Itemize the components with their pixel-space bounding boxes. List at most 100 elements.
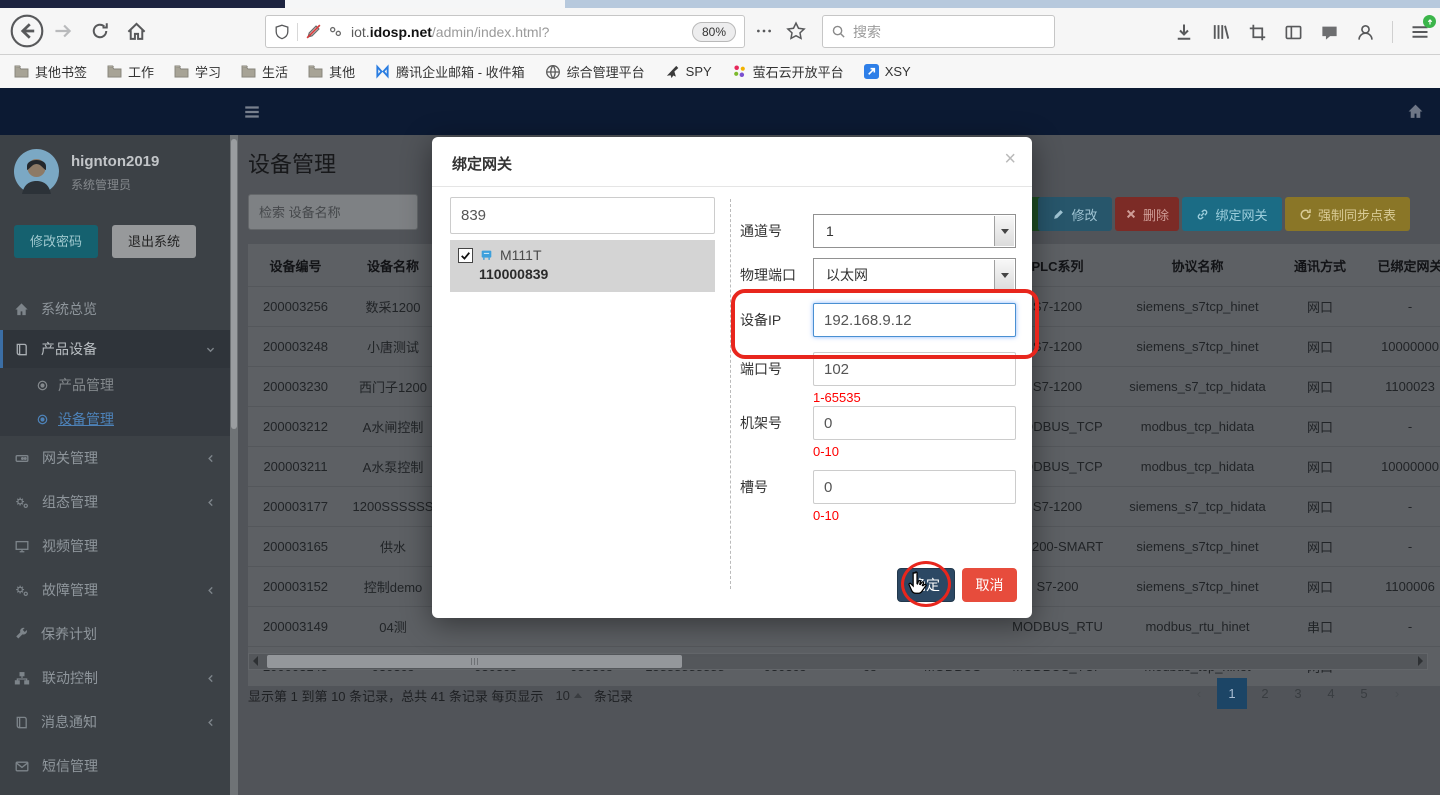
select-value: 以太网	[826, 259, 868, 291]
sidebar-item-产品设备[interactable]: 产品设备	[0, 330, 230, 368]
delete-button[interactable]: 删除	[1115, 197, 1179, 231]
gateway-list-item[interactable]: M111T 110000839	[450, 240, 715, 292]
confirm-button[interactable]: 确定	[897, 568, 955, 602]
bind-button[interactable]: 绑定网关	[1182, 197, 1282, 231]
forward-button[interactable]	[52, 20, 74, 42]
field-input-槽号[interactable]	[813, 470, 1016, 504]
sidebar-item-消息通知[interactable]: 消息通知	[0, 700, 230, 744]
bookmark-link-0[interactable]: 腾讯企业邮箱 - 收件箱	[375, 62, 525, 81]
table-cell: 1100006	[1360, 567, 1440, 607]
zoom-level-badge[interactable]: 80%	[692, 22, 736, 42]
gateway-device-icon	[479, 248, 494, 262]
table-horizontal-scrollbar[interactable]	[248, 653, 1428, 670]
table-cell: 200003165	[248, 527, 343, 567]
circle-dot-icon	[36, 379, 49, 392]
modal-title: 绑定网关	[452, 156, 512, 173]
sidebars-icon[interactable]	[1284, 23, 1303, 42]
sidebar-item-视频管理[interactable]: 视频管理	[0, 524, 230, 568]
sidebar-menu: 系统总览产品设备产品管理设备管理网关管理组态管理视频管理故障管理保养计划联动控制…	[0, 288, 230, 795]
url-text[interactable]: iot.idosp.net/admin/index.html?	[351, 24, 686, 40]
pencil-blocked-icon[interactable]	[305, 23, 322, 40]
sidebar-scrollbar-thumb[interactable]	[231, 139, 237, 429]
gateway-search-input[interactable]	[450, 197, 715, 234]
bookmark-star-icon[interactable]	[786, 21, 806, 41]
sidebar-item-联动控制[interactable]: 联动控制	[0, 656, 230, 700]
sidebar-item-短信管理[interactable]: 短信管理	[0, 744, 230, 788]
sidebar-item-空间管理[interactable]: 空间管理	[0, 788, 230, 795]
table-cell: 网口	[1280, 527, 1360, 567]
table-cell: 小唐测试	[343, 327, 443, 367]
reload-button[interactable]	[90, 21, 110, 41]
bookmark-link-3[interactable]: 萤石云开放平台	[732, 62, 844, 81]
library-icon[interactable]	[1211, 22, 1231, 42]
screenshot-icon[interactable]	[1248, 23, 1267, 42]
page-actions-icon[interactable]	[755, 22, 773, 40]
permissions-icon[interactable]	[328, 24, 343, 39]
sidebar-item-系统总览[interactable]: 系统总览	[0, 288, 230, 330]
home-button[interactable]	[126, 21, 147, 42]
logout-button[interactable]: 退出系统	[112, 225, 196, 258]
page-size-select[interactable]: 10	[549, 686, 587, 705]
shield-icon[interactable]	[274, 24, 290, 40]
sidebar-subitem-产品管理[interactable]: 产品管理	[0, 368, 230, 402]
url-bar[interactable]: iot.idosp.net/admin/index.html? 80%	[265, 15, 745, 48]
divider	[1392, 21, 1393, 43]
column-header: 已绑定网关	[1360, 244, 1440, 287]
browser-search-bar[interactable]: 搜索	[822, 15, 1055, 48]
table-cell: siemens_s7tcp_hinet	[1115, 327, 1280, 367]
sidebar-item-组态管理[interactable]: 组态管理	[0, 480, 230, 524]
bookmark-link-1[interactable]: 综合管理平台	[545, 62, 645, 81]
scroll-left-icon[interactable]	[253, 656, 258, 666]
table-cell: 1200SSSSSS	[343, 487, 443, 527]
pager-page-2[interactable]: 2	[1250, 678, 1280, 709]
gateway-id: 110000839	[479, 266, 707, 282]
account-icon[interactable]	[1356, 23, 1375, 42]
bookmark-folder-3[interactable]: 生活	[241, 62, 288, 81]
bookmark-link-2[interactable]: SPY	[665, 64, 712, 79]
modal-close-button[interactable]: ×	[1004, 149, 1016, 169]
pager-page-5[interactable]: 5	[1349, 678, 1379, 709]
pager-next[interactable]: ›	[1382, 678, 1412, 709]
pager-page-1[interactable]: 1	[1217, 678, 1247, 709]
app-home-icon[interactable]	[1407, 103, 1424, 120]
messages-icon[interactable]	[1320, 23, 1339, 42]
select-arrow-icon[interactable]	[994, 260, 1014, 290]
scroll-right-icon[interactable]	[1418, 656, 1423, 666]
device-search-input[interactable]	[248, 194, 418, 230]
field-input-设备IP[interactable]	[813, 303, 1016, 337]
pager-page-3[interactable]: 3	[1283, 678, 1313, 709]
bookmark-folder-0[interactable]: 其他书签	[14, 62, 87, 81]
sidebar-item-label: 视频管理	[42, 536, 216, 556]
field-select-物理端口[interactable]: 以太网	[813, 258, 1016, 292]
sidebar-toggle-icon[interactable]	[243, 103, 261, 121]
field-select-通道号[interactable]: 1	[813, 214, 1016, 248]
pager-prev[interactable]: ‹	[1184, 678, 1214, 709]
field-input-端口号[interactable]	[813, 352, 1016, 386]
menu-button[interactable]	[1410, 22, 1430, 42]
sync-button[interactable]: 强制同步点表	[1285, 197, 1410, 231]
chevron-left-icon	[205, 585, 216, 596]
column-header: 设备名称	[343, 244, 443, 287]
back-button[interactable]	[10, 14, 44, 48]
gateway-name: M111T	[500, 247, 542, 263]
sidebar-subitem-设备管理[interactable]: 设备管理	[0, 402, 230, 436]
pager-page-4[interactable]: 4	[1316, 678, 1346, 709]
scrollbar-thumb[interactable]	[267, 655, 682, 668]
gateway-checkbox[interactable]	[458, 248, 473, 263]
modify-button[interactable]: 修改	[1038, 197, 1112, 231]
field-input-机架号[interactable]	[813, 406, 1016, 440]
cancel-button[interactable]: 取消	[962, 568, 1017, 602]
bookmark-folder-1[interactable]: 工作	[107, 62, 154, 81]
sidebar-item-保养计划[interactable]: 保养计划	[0, 612, 230, 656]
bookmark-link-4[interactable]: XSY	[864, 64, 911, 79]
select-arrow-icon[interactable]	[994, 216, 1014, 246]
sidebar-item-故障管理[interactable]: 故障管理	[0, 568, 230, 612]
downloads-icon[interactable]	[1174, 22, 1194, 42]
user-panel: hignton2019 系统管理员	[0, 135, 230, 209]
bookmark-folder-2[interactable]: 学习	[174, 62, 221, 81]
sidebar-scrollbar[interactable]	[230, 135, 238, 795]
field-hint: 0-10	[813, 444, 839, 459]
bookmark-folder-4[interactable]: 其他	[308, 62, 355, 81]
change-password-button[interactable]: 修改密码	[14, 225, 98, 258]
sidebar-item-网关管理[interactable]: 网关管理	[0, 436, 230, 480]
